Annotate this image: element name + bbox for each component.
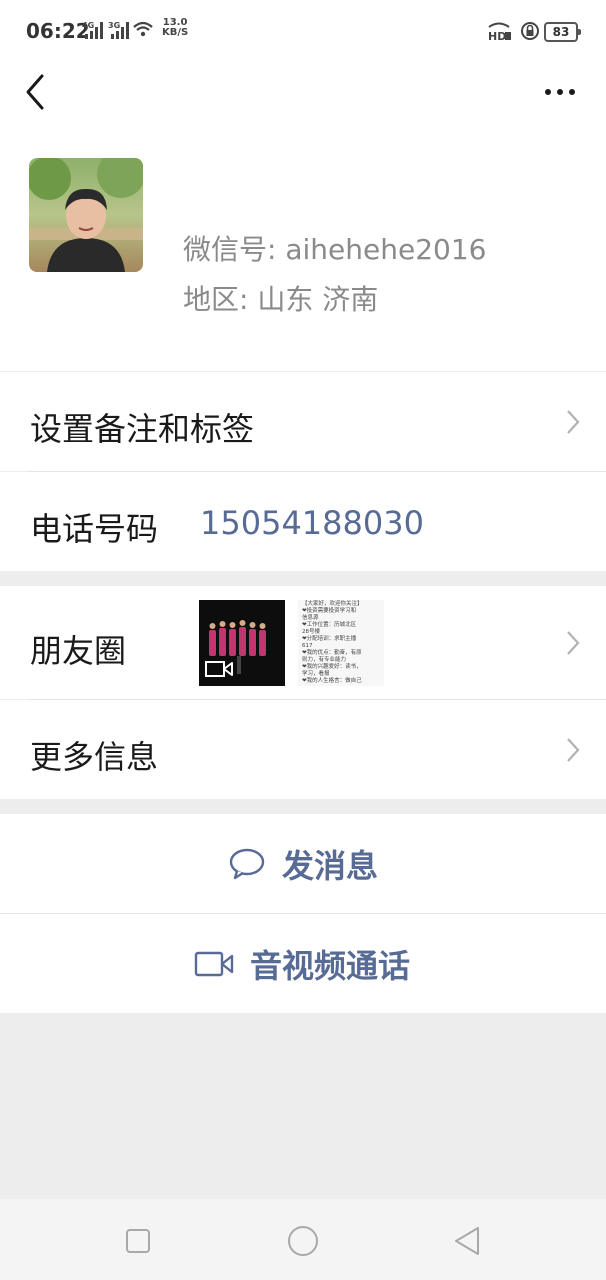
set-remarks-row[interactable]: 设置备注和标签	[0, 372, 606, 471]
thumb-text-line: ❤工作位置：历城北区	[302, 622, 357, 628]
triangle-back-icon	[455, 1227, 479, 1255]
signal-icons: 4G 3G	[82, 21, 153, 39]
hd-label: HD	[488, 30, 506, 42]
thumb-text-line: 学习，看报	[302, 671, 330, 677]
more-dots-icon	[545, 89, 575, 95]
video-call-button[interactable]: 音视频通话	[0, 914, 606, 1013]
system-navigation-bar	[0, 1199, 606, 1280]
net-4g-label: 4G	[82, 21, 94, 30]
wechat-id: 微信号: aihehehe2016	[183, 233, 487, 266]
thumb-text-line: ❤分配培训：求职主播	[302, 636, 357, 642]
thumb-text-line: ❤我的优点：勤奋，有原	[302, 650, 362, 656]
chevron-right-icon	[567, 631, 580, 655]
avatar[interactable]	[29, 158, 143, 272]
region: 地区: 山东 济南	[183, 283, 379, 316]
more-info-label: 更多信息	[30, 738, 159, 776]
moments-text-content: 【大家好，欢迎你关注】 ❤投资需要投资学习和 信息源 ❤工作位置：历城北区 28…	[302, 601, 382, 685]
video-icon	[205, 661, 233, 677]
send-message-label: 发消息	[282, 846, 379, 885]
status-time: 06:22	[26, 19, 90, 43]
set-remarks-label: 设置备注和标签	[30, 410, 255, 448]
status-bar: 06:22 4G 3G 13.0 KB/S HD 83	[0, 0, 606, 62]
thumb-text-line: 28号楼	[302, 629, 320, 635]
thumb-text-line: ❤我的兴趣爱好：读书，	[302, 664, 362, 670]
send-message-button[interactable]: 发消息	[0, 814, 606, 913]
profile-header: 微信号: aihehehe2016 地区: 山东 济南	[0, 120, 606, 371]
recent-apps-button[interactable]	[118, 1221, 158, 1261]
moments-label: 朋友圈	[30, 632, 127, 670]
video-call-content: 音视频通话	[194, 914, 410, 1013]
speed-unit: KB/S	[162, 27, 189, 38]
more-options-button[interactable]	[538, 66, 586, 114]
thumb-text-line: 617	[302, 643, 313, 649]
chevron-right-icon	[567, 410, 580, 434]
phone-row: 电话号码 15054188030	[0, 472, 606, 571]
avatar-image	[29, 158, 143, 272]
moments-text-thumbnail: 【大家好，欢迎你关注】 ❤投资需要投资学习和 信息源 ❤工作位置：历城北区 28…	[298, 600, 384, 686]
thumb-text-line: 信息源	[302, 615, 319, 621]
thumb-text-line: 则力，有专业能力	[302, 657, 347, 663]
thumb-text-line: 【大家好，欢迎你关注】	[302, 601, 363, 607]
moments-video-thumbnail	[199, 600, 285, 686]
thumb-text-line: ❤投资需要投资学习和	[302, 608, 357, 614]
system-back-button[interactable]	[448, 1221, 488, 1261]
back-button[interactable]	[18, 66, 58, 114]
send-message-content: 发消息	[228, 814, 378, 913]
back-arrow-icon	[26, 74, 44, 110]
chevron-right-icon	[567, 738, 580, 762]
network-speed: 13.0 KB/S	[162, 18, 188, 38]
video-camera-icon	[194, 951, 234, 976]
phone-number-link[interactable]: 15054188030	[200, 504, 424, 542]
video-call-label: 音视频通话	[250, 946, 411, 985]
net-3g-label: 3G	[108, 21, 120, 30]
chat-bubble-icon	[229, 848, 265, 879]
square-icon	[126, 1229, 150, 1253]
moments-row[interactable]: 朋友圈 【大家好，欢迎你关注】 ❤投资需要投资学习和 信息源 ❤工作位置：历城北…	[0, 586, 606, 699]
battery-indicator: 83	[544, 22, 581, 42]
more-info-row[interactable]: 更多信息	[0, 700, 606, 799]
circle-icon	[288, 1226, 318, 1256]
hd-call-icon: HD	[488, 22, 511, 42]
thumb-text-line: ❤我的人生格言：做自己	[302, 678, 362, 684]
nav-bar	[0, 62, 606, 120]
home-button[interactable]	[283, 1221, 323, 1261]
rotation-lock-icon	[521, 22, 539, 40]
phone-label: 电话号码	[30, 510, 159, 548]
